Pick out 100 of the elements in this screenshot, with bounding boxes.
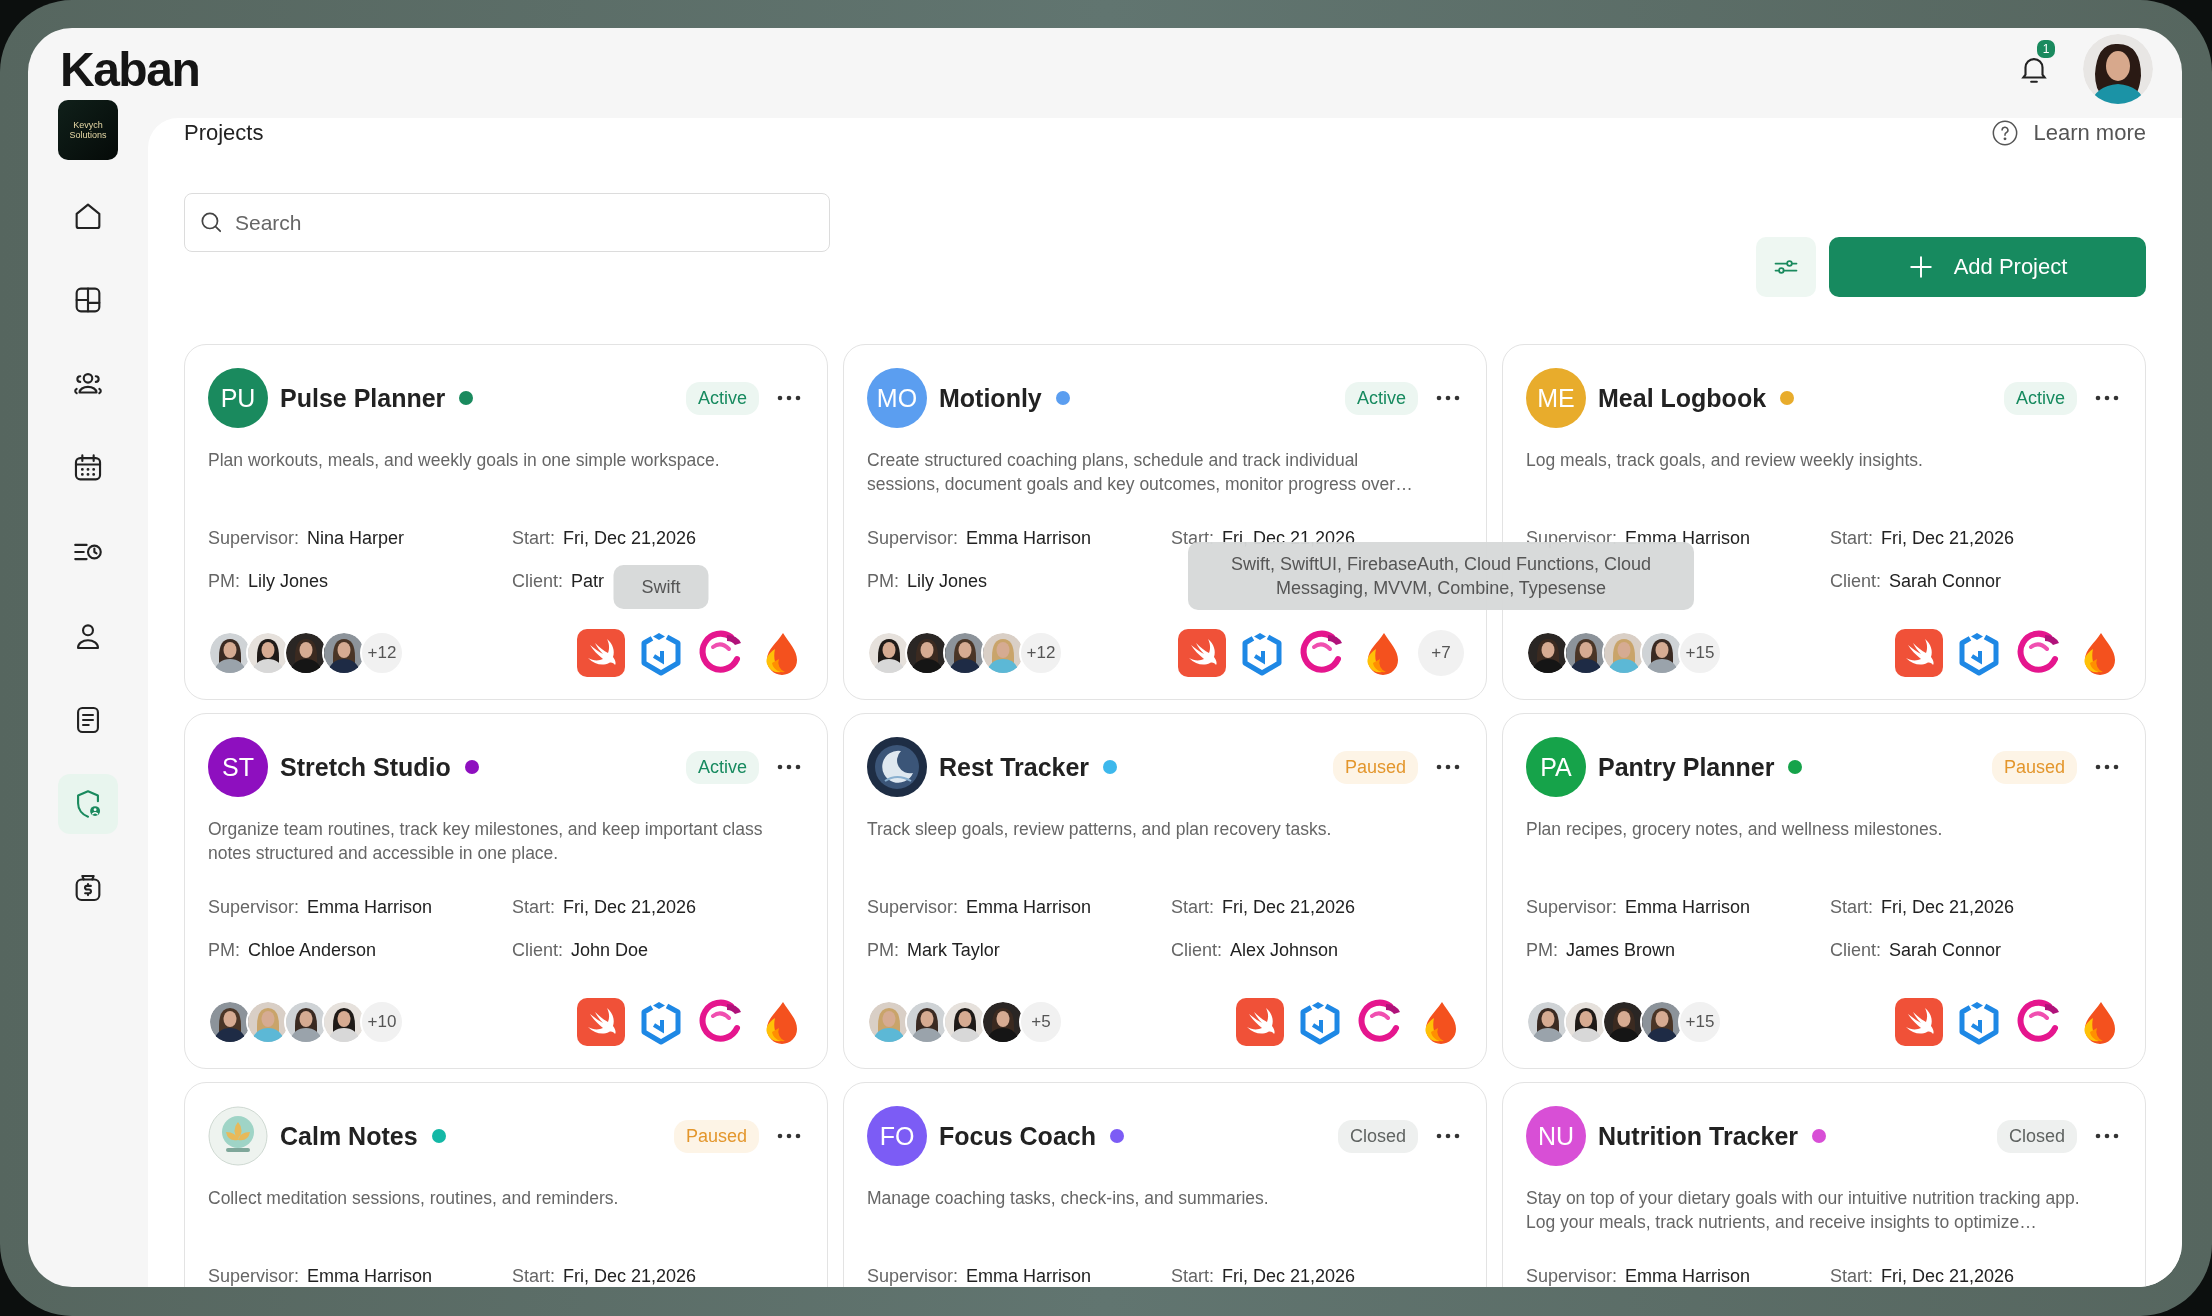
learn-more-link[interactable]: Learn more xyxy=(1991,119,2146,147)
bird-icon[interactable] xyxy=(1236,998,1284,1046)
field-label: Supervisor: xyxy=(208,1265,300,1287)
field-value: Fri, Dec 21,2026 xyxy=(563,896,697,919)
bird-icon[interactable] xyxy=(1895,998,1943,1046)
field-value: Fri, Dec 21,2026 xyxy=(1881,1265,2015,1287)
project-card[interactable]: Rest Tracker Paused Track sleep goals, review patterns, and plan recovery tasks. Supervisor: Emma Harrison PM: Mark Taylor Start: Fri, Dec 21,2026 Client: Alex Johnson +5 xyxy=(843,713,1487,1069)
field-label: Start: xyxy=(512,896,555,919)
bird-icon[interactable] xyxy=(1895,629,1943,677)
search-field[interactable]: Search xyxy=(184,193,830,252)
field-value: Sarah Connor xyxy=(1889,939,2002,962)
bird-icon[interactable] xyxy=(577,998,625,1046)
status-badge: Paused xyxy=(1991,750,2077,784)
field-value: Emma Harrison xyxy=(1625,896,1751,919)
member-count[interactable]: +12 xyxy=(1019,631,1063,675)
page-title: Projects xyxy=(184,120,264,146)
project-name[interactable]: Motionly xyxy=(939,383,1042,413)
project-name[interactable]: Rest Tracker xyxy=(939,752,1090,782)
project-avatar: PA xyxy=(1526,737,1586,797)
field-value: Alex Johnson xyxy=(1230,939,1339,962)
field-value: Sarah Connor xyxy=(1889,570,2002,593)
add-project-button[interactable]: Add Project xyxy=(1829,237,2146,297)
more-icon xyxy=(777,764,801,770)
field-label: Start: xyxy=(1830,527,1873,550)
field-value: Emma Harrison xyxy=(966,896,1092,919)
field-value: Emma Harrison xyxy=(307,1265,433,1287)
project-name[interactable]: Focus Coach xyxy=(939,1121,1096,1151)
status-badge: Active xyxy=(2003,381,2077,415)
field-value: Patr xyxy=(571,570,605,593)
member-count[interactable]: +5 xyxy=(1019,1000,1063,1044)
field-label: Client: xyxy=(1830,939,1882,962)
nav-shield-button[interactable] xyxy=(58,774,118,834)
field-value: John Doe xyxy=(571,939,649,962)
member-count[interactable]: +10 xyxy=(360,1000,404,1044)
moon-logo-icon xyxy=(867,737,927,797)
project-avatar: NU xyxy=(1526,1106,1586,1166)
project-description: Log meals, track goals, and review weekly insights. xyxy=(1526,449,1924,472)
field-value: Lily Jones xyxy=(907,570,988,593)
field-label: Supervisor: xyxy=(1526,1265,1618,1287)
project-description: Plan recipes, grocery notes, and wellness milestones. xyxy=(1526,818,1944,841)
tooltip: Swift xyxy=(613,565,709,609)
more-icon xyxy=(2095,1133,2119,1139)
project-name[interactable]: Calm Notes xyxy=(280,1121,418,1151)
project-card[interactable]: Calm Notes Paused Collect meditation sessions, routines, and reminders. Supervisor: Emma Harrison Start: Fri, Dec 21,2026 xyxy=(184,1082,828,1287)
project-description: Track sleep goals, review patterns, and plan recovery tasks. xyxy=(867,818,1333,841)
status-badge: Active xyxy=(685,750,759,784)
member-count[interactable]: +15 xyxy=(1678,1000,1722,1044)
field-label: Supervisor: xyxy=(867,527,959,550)
filter-button[interactable] xyxy=(1756,237,1816,297)
project-card[interactable]: FO Focus Coach Closed Manage coaching tasks, check-ins, and summaries. Supervisor: Emma Harrison Start: Fri, Dec 21,2026 xyxy=(843,1082,1487,1287)
field-label: Client: xyxy=(1171,939,1223,962)
field-value: Emma Harrison xyxy=(307,896,433,919)
field-value: Nina Harper xyxy=(307,527,405,550)
field-label: Start: xyxy=(1830,896,1873,919)
more-icon xyxy=(1436,1133,1460,1139)
field-value: Fri, Dec 21,2026 xyxy=(1881,527,2015,550)
field-label: Client: xyxy=(1830,570,1882,593)
more-icon xyxy=(1436,395,1460,401)
field-value: Fri, Dec 21,2026 xyxy=(563,1265,697,1287)
project-avatar: ST xyxy=(208,737,268,797)
more-icon xyxy=(2095,395,2119,401)
lotus-logo-icon xyxy=(208,1106,268,1166)
status-badge: Paused xyxy=(673,1119,759,1153)
bird-icon[interactable] xyxy=(577,629,625,677)
more-tech-count[interactable]: +7 xyxy=(1418,630,1464,676)
bird-icon[interactable] xyxy=(1178,629,1226,677)
project-name[interactable]: Pulse Planner xyxy=(280,383,446,413)
field-label: PM: xyxy=(867,939,899,962)
member-count[interactable]: +15 xyxy=(1678,631,1722,675)
company-logo[interactable]: Kevych Solutions xyxy=(58,100,118,160)
project-description: Create structured coaching plans, schedule and track individual sessions, document goals and key outcomes, monitor progress over… xyxy=(867,449,1414,496)
project-avatar: ME xyxy=(1526,368,1586,428)
field-label: PM: xyxy=(208,570,240,593)
field-label: Start: xyxy=(512,527,555,550)
status-badge: Paused xyxy=(1332,750,1418,784)
field-label: Start: xyxy=(1171,896,1214,919)
project-description: Organize team routines, track key milestones, and keep important class notes structured and accessible in one place. xyxy=(208,818,764,865)
more-icon xyxy=(777,1133,801,1139)
field-label: Client: xyxy=(512,570,564,593)
field-label: Supervisor: xyxy=(208,896,300,919)
project-name[interactable]: Meal Logbook xyxy=(1598,383,1767,413)
project-name[interactable]: Pantry Planner xyxy=(1598,752,1775,782)
project-card[interactable]: PA Pantry Planner Paused Plan recipes, grocery notes, and wellness milestones. Supervisor: Emma Harrison PM: James Brown Start: Fri, Dec 21,2026 Client: Sarah Connor +15 xyxy=(1502,713,2146,1069)
field-value: Fri, Dec 21,2026 xyxy=(1222,896,1356,919)
project-avatar: FO xyxy=(867,1106,927,1166)
project-description: Plan workouts, meals, and weekly goals in one simple workspace. xyxy=(208,449,721,472)
notification-count: 1 xyxy=(2035,38,2057,60)
project-avatar: PU xyxy=(208,368,268,428)
plus-icon xyxy=(1907,254,1934,280)
member-count[interactable]: +12 xyxy=(360,631,404,675)
field-label: PM: xyxy=(867,570,899,593)
project-card[interactable] xyxy=(184,713,828,1069)
project-name[interactable]: Stretch Studio xyxy=(280,752,451,782)
project-avatar: MO xyxy=(867,368,927,428)
field-label: Start: xyxy=(1171,1265,1214,1287)
more-icon xyxy=(2095,764,2119,770)
field-value: James Brown xyxy=(1566,939,1676,962)
project-card[interactable]: PU Pulse Planner Active Plan workouts, meals, and weekly goals in one simple workspace. Supervisor: Nina Harper PM: Lily Jones Start: Fri, Dec 21,2026 Client: Patr +12 Swift xyxy=(184,344,828,700)
project-description: Stay on top of your dietary goals with our intuitive nutrition tracking app. Log your meals, track nutrients, and receive insights to optimize… xyxy=(1526,1187,2081,1234)
project-name[interactable]: Nutrition Tracker xyxy=(1598,1121,1799,1151)
